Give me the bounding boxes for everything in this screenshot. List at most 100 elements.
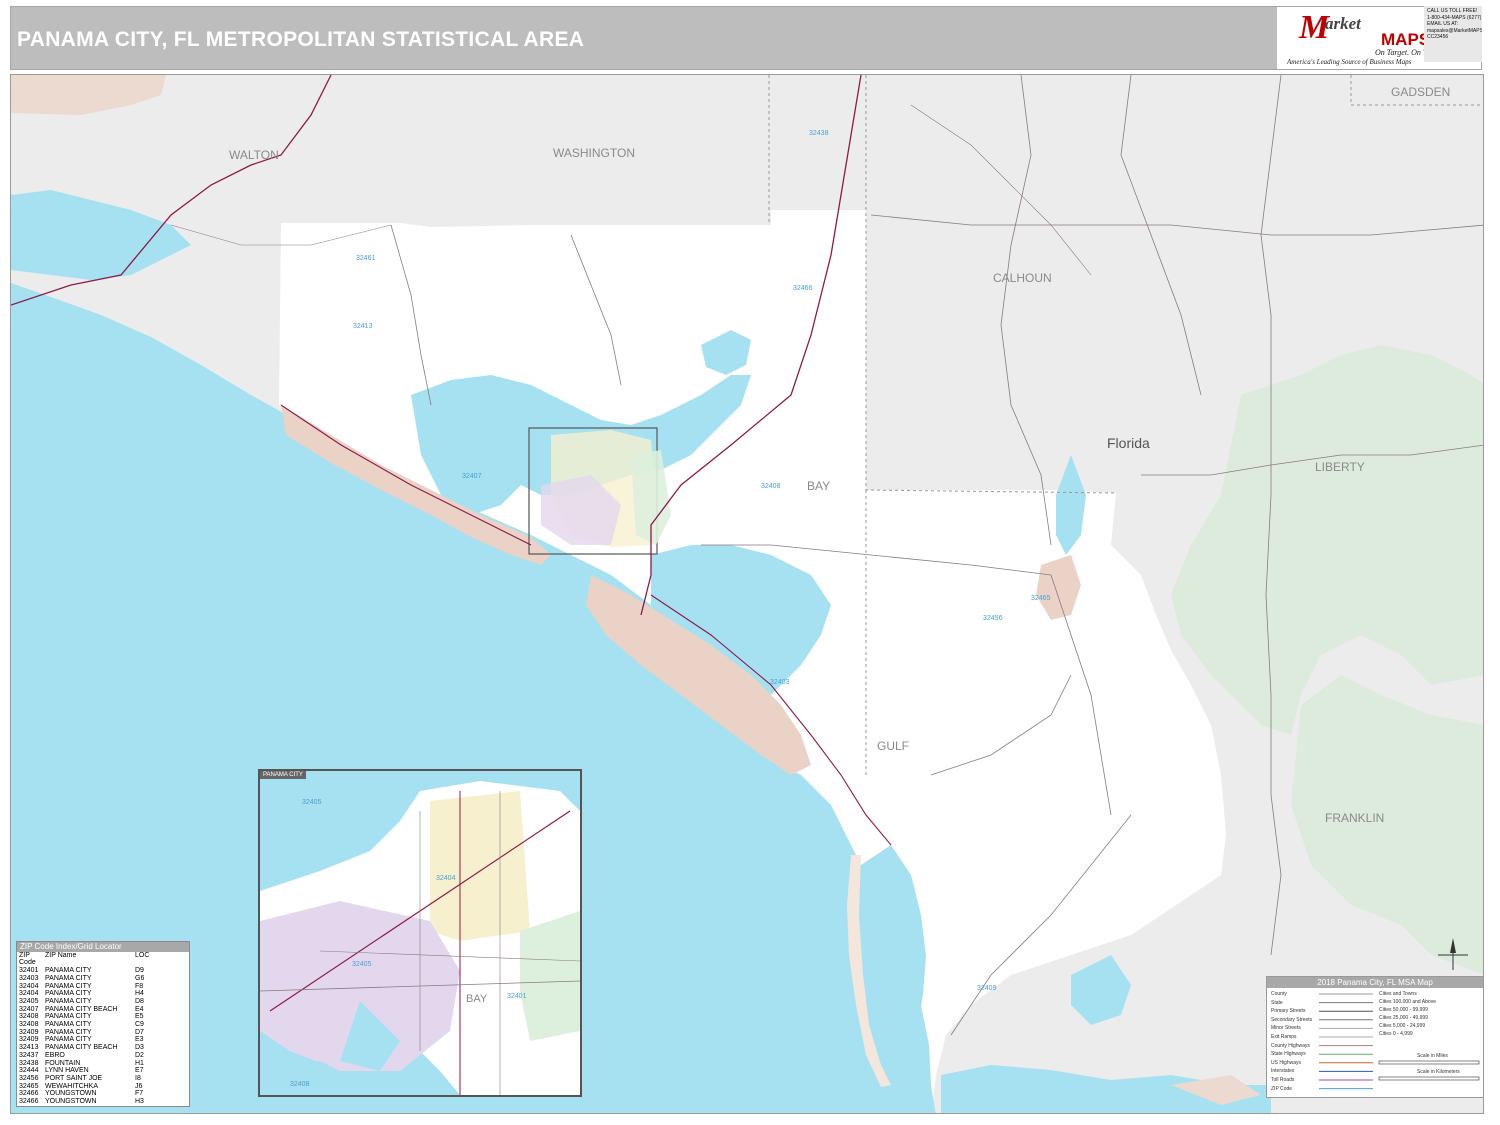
zip-index-row: 32465 WEWAHITCHKA J6: [17, 1083, 189, 1091]
contact-line: CC23456: [1427, 34, 1449, 40]
zip-cell-loc: E7: [135, 1067, 144, 1075]
zip-cell-loc: D9: [135, 967, 144, 975]
zip-cell-code: 32404: [19, 982, 39, 990]
zip-index-title: ZIP Code Index/Grid Locator: [17, 942, 189, 952]
zip-cell-loc: D8: [135, 997, 144, 1005]
zip-col-code: ZIP Code: [19, 951, 36, 967]
zip-label: 32461: [356, 255, 376, 262]
zip-cell-name: EBRO: [45, 1051, 65, 1059]
contact-info: CALL US TOLL FREE! 1-800-434-MAPS (6277)…: [1424, 6, 1482, 62]
zip-cell-name: PANAMA CITY: [45, 974, 92, 982]
header-bar: PANAMA CITY, FL METROPOLITAN STATISTICAL…: [10, 6, 1482, 70]
zip-label: 32438: [809, 130, 829, 137]
zip-index-row: 32466 YOUNGSTOWN F7: [17, 1090, 189, 1098]
zip-cell-name: PANAMA CITY: [45, 990, 92, 998]
zip-cell-loc: H1: [135, 1059, 144, 1067]
zip-cell-loc: E5: [135, 1013, 144, 1021]
zip-cell-loc: D2: [135, 1051, 144, 1059]
zip-cell-loc: E3: [135, 1036, 144, 1044]
map-title: PANAMA CITY, FL METROPOLITAN STATISTICAL…: [17, 28, 585, 51]
map-legend: 2018 Panama City, FL MSA Map County State…: [1266, 976, 1484, 1098]
zip-cell-code: 32403: [19, 974, 39, 982]
zip-cell-name: LYNN HAVEN: [45, 1067, 89, 1075]
zip-label: 32465: [1031, 595, 1051, 602]
zip-index-row: 32401 PANAMA CITY D9: [17, 967, 189, 975]
zip-cell-name: PANAMA CITY: [45, 967, 92, 975]
zip-cell-code: 32404: [19, 990, 39, 998]
zip-cell-name: PANAMA CITY: [45, 982, 92, 990]
zip-cell-code: 32408: [19, 1021, 39, 1029]
zip-cell-name: PANAMA CITY BEACH: [45, 1044, 118, 1052]
zip-label: 32413: [353, 323, 373, 330]
zip-cell-loc: F7: [135, 1090, 144, 1098]
zip-cell-name: PORT SAINT JOE: [45, 1074, 103, 1082]
zip-label: 32408: [761, 483, 781, 490]
zip-cell-name: YOUNGSTOWN: [45, 1090, 97, 1098]
zip-index-row: 32466 YOUNGSTOWN H3: [17, 1098, 189, 1106]
zip-label: 32403: [770, 679, 790, 686]
zip-index-row: 32403 PANAMA CITY G6: [17, 975, 189, 983]
inset-zip-label: 32408: [290, 1081, 310, 1088]
logo-maps-text: MAPS: [1381, 30, 1431, 49]
zip-index-row: 32405 PANAMA CITY D8: [17, 998, 189, 1006]
zip-cell-name: PANAMA CITY BEACH: [45, 1005, 118, 1013]
zip-index-rows: 32401 PANAMA CITY D9 32403 PANAMA CITY G6 3240…: [17, 967, 189, 1106]
zip-cell-loc: G6: [135, 974, 145, 982]
zip-cell-code: 32405: [19, 997, 39, 1005]
inset-zip-label: 32401: [507, 993, 527, 1000]
zip-cell-code: 32401: [19, 967, 39, 975]
legend-symbols: [1319, 993, 1480, 1090]
zip-cell-code: 32466: [19, 1098, 39, 1106]
zip-cell-code: 32438: [19, 1059, 39, 1067]
inset-zip-label: 32405: [302, 799, 322, 806]
zip-index-row: 32409 PANAMA CITY D7: [17, 1029, 189, 1037]
zip-cell-name: PANAMA CITY: [45, 1021, 92, 1029]
zip-cell-code: 32466: [19, 1090, 39, 1098]
panama-city-inset-map[interactable]: PANAMA CITY BAY 32405 32404 32401 32405 …: [258, 769, 582, 1097]
zip-cell-loc: J6: [135, 1082, 143, 1090]
county-label-washington: WASHINGTON: [553, 146, 636, 160]
scale-bar-miles: [1378, 1060, 1480, 1065]
inset-title: PANAMA CITY: [260, 771, 306, 779]
county-label-walton: WALTON: [229, 148, 279, 162]
county-label-gulf: GULF: [877, 739, 910, 753]
logo-source: America's Leading Source of Business Map…: [1287, 58, 1412, 66]
zip-cell-loc: F8: [135, 982, 144, 990]
zip-index-row: 32437 EBRO D2: [17, 1052, 189, 1060]
logo-market-text: arket: [1325, 14, 1361, 33]
zip-col-loc: LOC: [135, 951, 150, 959]
zip-cell-code: 32444: [19, 1067, 39, 1075]
map-frame[interactable]: WALTON WASHINGTON CALHOUN GADSDEN BAY LI…: [10, 74, 1484, 1114]
map-canvas[interactable]: [11, 75, 1484, 1114]
zip-index-row: 32444 LYNN HAVEN E7: [17, 1067, 189, 1075]
zip-cell-code: 32409: [19, 1028, 39, 1036]
zip-cell-code: 32437: [19, 1051, 39, 1059]
zip-label: 32409: [977, 985, 997, 992]
zip-cell-code: 32409: [19, 1036, 39, 1044]
zip-index-row: 32409 PANAMA CITY E3: [17, 1036, 189, 1044]
zip-cell-name: PANAMA CITY: [45, 997, 92, 1005]
inset-bay-label: BAY: [466, 993, 488, 1005]
zip-cell-name: YOUNGSTOWN: [45, 1098, 97, 1106]
inset-zip-label: 32405: [352, 961, 372, 968]
inset-zip-yellow: [430, 791, 530, 941]
zip-cell-loc: D7: [135, 1028, 144, 1036]
county-label-bay: BAY: [807, 479, 831, 493]
zip-cell-code: 32408: [19, 1013, 39, 1021]
zip-cell-code: 32407: [19, 1005, 39, 1013]
zip-index-row: 32438 FOUNTAIN H1: [17, 1060, 189, 1068]
zip-index-row: 32408 PANAMA CITY C9: [17, 1021, 189, 1029]
zip-cell-code: 32413: [19, 1044, 39, 1052]
zip-cell-loc: E4: [135, 1005, 144, 1013]
state-label: Florida: [1107, 435, 1150, 451]
zip-code-index: ZIP Code Index/Grid Locator ZIP Code ZIP…: [16, 941, 190, 1107]
zip-cell-loc: C9: [135, 1021, 144, 1029]
contact-line: CALL US TOLL FREE!: [1427, 8, 1478, 14]
zip-cell-code: 32456: [19, 1074, 39, 1082]
zip-cell-name: PANAMA CITY: [45, 1028, 92, 1036]
zip-index-row: 32407 PANAMA CITY BEACH E4: [17, 1006, 189, 1014]
zip-label: 32407: [462, 473, 482, 480]
zip-index-row: 32408 PANAMA CITY E5: [17, 1013, 189, 1021]
county-label-calhoun: CALHOUN: [993, 271, 1052, 285]
zip-col-name: ZIP Name: [45, 951, 77, 959]
